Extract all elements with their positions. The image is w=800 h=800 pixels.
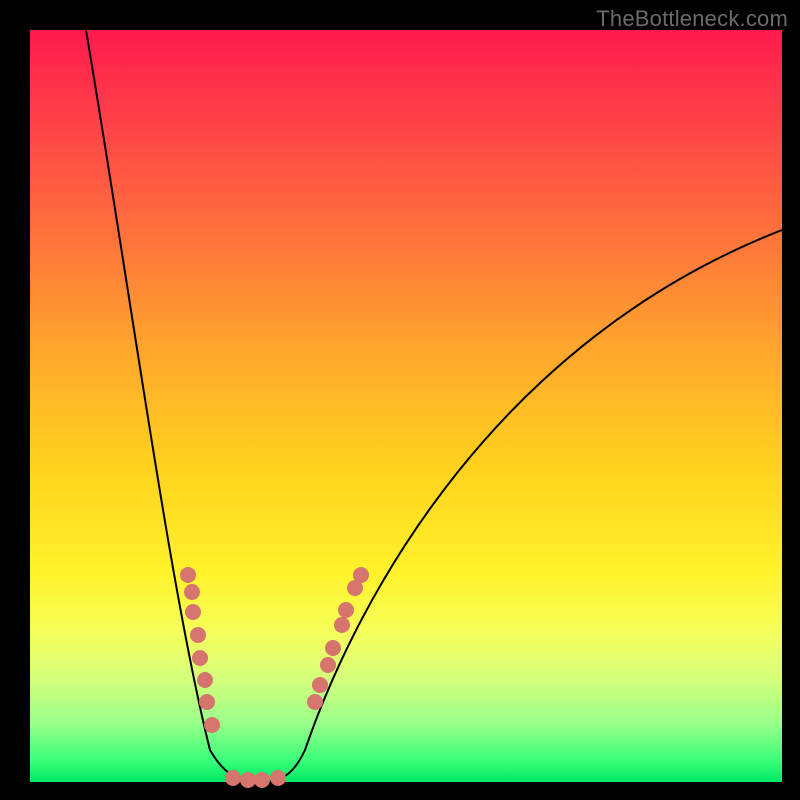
marker-dot [254,772,270,788]
marker-dot [353,567,369,583]
chart-frame: TheBottleneck.com [0,0,800,800]
bottleneck-curve [86,30,782,782]
marker-dot [184,584,200,600]
marker-dot [334,617,350,633]
marker-dot [307,694,323,710]
marker-dot [325,640,341,656]
marker-dot [185,604,201,620]
marker-dot [320,657,336,673]
marker-dot [190,627,206,643]
marker-dot [204,717,220,733]
marker-dot [270,770,286,786]
chart-svg [30,30,782,782]
marker-dot [240,772,256,788]
marker-dot [197,672,213,688]
marker-dot [192,650,208,666]
marker-dot [199,694,215,710]
marker-dot [312,677,328,693]
marker-dot [180,567,196,583]
marker-dot [338,602,354,618]
watermark-text: TheBottleneck.com [596,6,788,32]
marker-group [180,567,369,788]
marker-dot [225,770,241,786]
